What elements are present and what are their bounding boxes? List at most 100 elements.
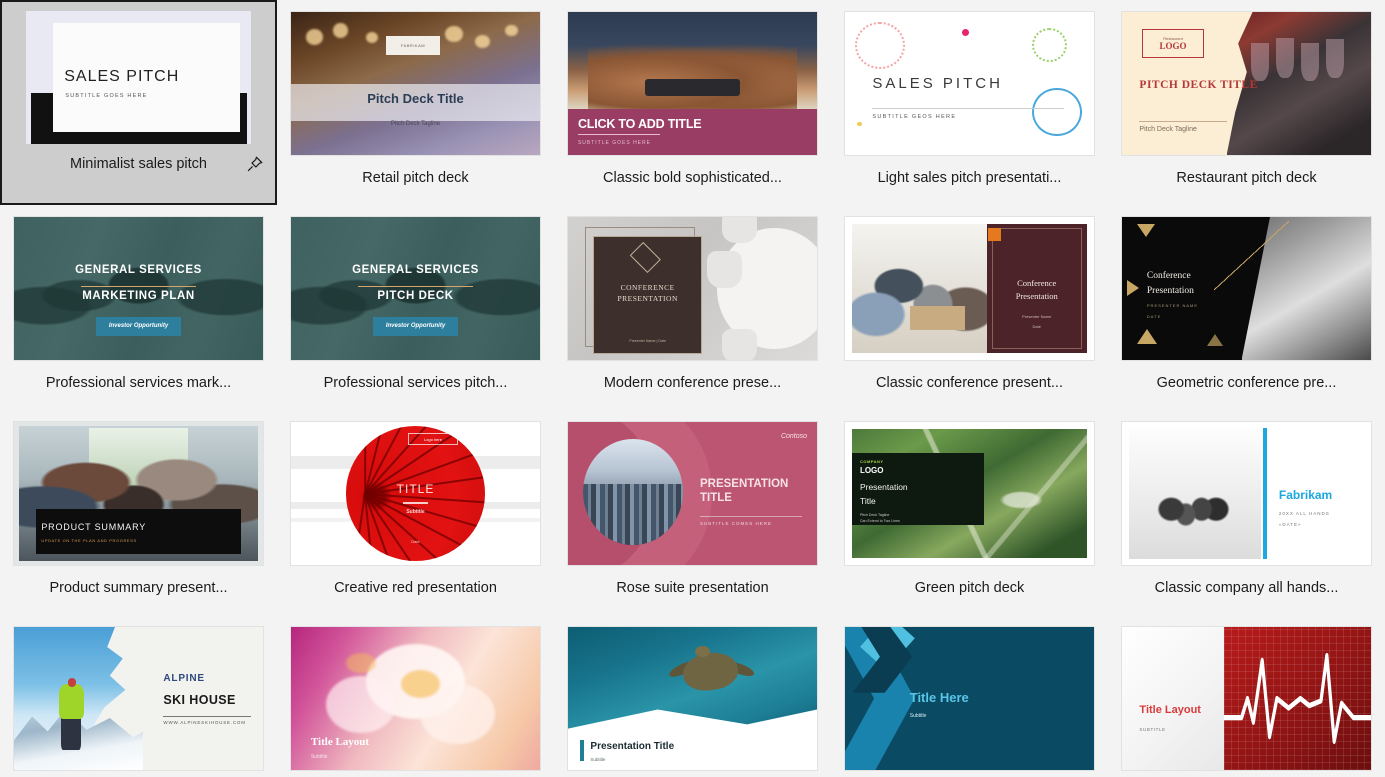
template-card-turtle-presentation[interactable]: Presentation Title Subtitle Turtle prese…: [554, 615, 831, 777]
template-label-row: Light sales pitch presentati...: [844, 167, 1095, 189]
template-thumbnail[interactable]: COMPANY LOGO Presentation Title Pitch De…: [844, 421, 1095, 566]
template-card-alpine-ski-house[interactable]: ALPINE SKI HOUSE WWW.ALPINESKIHOUSE.COM …: [0, 615, 277, 777]
template-card-classic-bold-sophisticated[interactable]: CLICK TO ADD TITLE SUBTITLE GOES HERE Cl…: [554, 0, 831, 205]
thumb-meta1: PRESENTER NAME: [1146, 302, 1199, 308]
thumbnail-art-light-sales: SALES PITCH SUBTITLE GEOS HERE: [845, 12, 1094, 155]
template-card-retail-pitch-deck[interactable]: FABRIKAM Pitch Deck Title Pitch Deck Tag…: [277, 0, 554, 205]
thumb-line1: GENERAL SERVICES: [75, 264, 202, 277]
template-label-row: Classic company all hands...: [1121, 577, 1372, 599]
thumbnail-art-professional-marketing: GENERAL SERVICES MARKETING PLAN Investor…: [14, 217, 263, 360]
template-thumbnail[interactable]: Logo here TITLE Subtitle Date: [290, 421, 541, 566]
template-label-row: Rose suite presentation: [567, 577, 818, 599]
thumb-line2: PITCH DECK: [377, 289, 454, 302]
thumbnail-art-turtle: Presentation Title Subtitle: [568, 627, 817, 770]
thumbnail-art-rose-suite: Contoso PRESENTATION TITLE SUBTITLE COME…: [568, 422, 817, 565]
thumb-sub1: 20XX ALL HANDS: [1278, 510, 1330, 516]
thumb-title: TITLE: [396, 482, 435, 497]
template-card-blue-title-here[interactable]: Title Here Subtitle Blue title here: [831, 615, 1108, 777]
thumbnail-art-geometric-conference: Conference Presentation PRESENTER NAME D…: [1122, 217, 1371, 360]
template-card-rose-suite[interactable]: Contoso PRESENTATION TITLE SUBTITLE COME…: [554, 410, 831, 615]
template-thumbnail[interactable]: Title Layout SUBTITLE: [1121, 626, 1372, 771]
thumb-tagline2: Can Extend to Two Lines: [859, 518, 900, 523]
template-label: Rose suite presentation: [616, 580, 769, 596]
template-label-row: Green pitch deck: [844, 577, 1095, 599]
thumb-subtitle: SUBTITLE GEOS HERE: [872, 113, 957, 120]
template-label-row: Modern conference prese...: [567, 372, 818, 394]
pin-icon[interactable]: [245, 154, 265, 174]
template-label-row: Professional services mark...: [13, 372, 264, 394]
template-card-blossom-title-layout[interactable]: Title Layout Subtitle Blossom title layo…: [277, 615, 554, 777]
thumbnail-art-restaurant: Restaurant LOGO PITCH DECK TITLE Pitch D…: [1122, 12, 1371, 155]
thumb-subtitle: SUBTITLE GOES HERE: [65, 93, 148, 100]
thumb-tagline1: Pitch Deck Tagline: [859, 512, 890, 517]
thumb-line1: Conference: [1017, 278, 1057, 289]
thumb-title: Fabrikam: [1278, 487, 1333, 502]
template-thumbnail[interactable]: Presentation Title Subtitle: [567, 626, 818, 771]
template-thumbnail[interactable]: GENERAL SERVICES PITCH DECK Investor Opp…: [290, 216, 541, 361]
template-card-green-pitch-deck[interactable]: COMPANY LOGO Presentation Title Pitch De…: [831, 410, 1108, 615]
template-thumbnail[interactable]: Fabrikam 20XX ALL HANDS «DATE»: [1121, 421, 1372, 566]
thumb-line2: PRESENTATION: [617, 294, 678, 304]
template-thumbnail[interactable]: Restaurant LOGO PITCH DECK TITLE Pitch D…: [1121, 11, 1372, 156]
template-label: Minimalist sales pitch: [70, 156, 207, 172]
thumbnail-art-classic-bold: CLICK TO ADD TITLE SUBTITLE GOES HERE: [568, 12, 817, 155]
template-gallery[interactable]: SALES PITCH SUBTITLE GOES HERE Minimalis…: [0, 0, 1385, 777]
template-label-row: Classic bold sophisticated...: [567, 167, 818, 189]
template-thumbnail[interactable]: Conference Presentation PRESENTER NAME D…: [1121, 216, 1372, 361]
template-card-modern-conference[interactable]: CONFERENCE PRESENTATION Presenter Name |…: [554, 205, 831, 410]
template-label: Modern conference prese...: [603, 375, 782, 391]
thumb-logo: Logo here: [408, 433, 458, 445]
template-card-classic-conference[interactable]: Conference Presentation Presenter Name D…: [831, 205, 1108, 410]
template-label-row: Product summary present...: [13, 577, 264, 599]
thumb-subtitle: UPDATE ON THE PLAN AND PROGRESS: [41, 537, 137, 543]
thumb-subtitle: SUBTITLE: [1139, 727, 1166, 733]
template-card-minimalist-sales-pitch[interactable]: SALES PITCH SUBTITLE GOES HERE Minimalis…: [0, 0, 277, 205]
thumb-meta1: Presenter Name: [1022, 314, 1052, 320]
thumb-title: Presentation Title: [590, 741, 675, 753]
template-thumbnail[interactable]: Title Layout Subtitle: [290, 626, 541, 771]
thumb-line1: GENERAL SERVICES: [352, 264, 479, 277]
template-label: Classic company all hands...: [1154, 580, 1339, 596]
template-card-creative-red[interactable]: Logo here TITLE Subtitle Date Creative r…: [277, 410, 554, 615]
thumb-line1: Conference: [1146, 271, 1191, 282]
template-thumbnail[interactable]: SALES PITCH SUBTITLE GEOS HERE: [844, 11, 1095, 156]
thumb-line1: CONFERENCE: [620, 282, 675, 292]
template-card-product-summary[interactable]: PRODUCT SUMMARY UPDATE ON THE PLAN AND P…: [0, 410, 277, 615]
thumb-subtitle: SUBTITLE COMES HERE: [699, 520, 772, 526]
template-label: Restaurant pitch deck: [1176, 170, 1317, 186]
template-thumbnail[interactable]: Title Here Subtitle: [844, 626, 1095, 771]
thumb-url: WWW.ALPINESKIHOUSE.COM: [163, 719, 246, 725]
template-card-professional-services-pitch[interactable]: GENERAL SERVICES PITCH DECK Investor Opp…: [277, 205, 554, 410]
template-label-row: Creative red presentation: [290, 577, 541, 599]
template-thumbnail[interactable]: FABRIKAM Pitch Deck Title Pitch Deck Tag…: [290, 11, 541, 156]
thumb-logo: Restaurant LOGO: [1141, 29, 1205, 58]
template-label: Light sales pitch presentati...: [877, 170, 1062, 186]
template-card-professional-services-marketing[interactable]: GENERAL SERVICES MARKETING PLAN Investor…: [0, 205, 277, 410]
template-thumbnail[interactable]: GENERAL SERVICES MARKETING PLAN Investor…: [13, 216, 264, 361]
template-card-classic-company-all-hands[interactable]: Fabrikam 20XX ALL HANDS «DATE» Classic c…: [1108, 410, 1385, 615]
template-thumbnail[interactable]: CLICK TO ADD TITLE SUBTITLE GOES HERE: [567, 11, 818, 156]
template-thumbnail[interactable]: PRODUCT SUMMARY UPDATE ON THE PLAN AND P…: [13, 421, 264, 566]
template-card-geometric-conference[interactable]: Conference Presentation PRESENTER NAME D…: [1108, 205, 1385, 410]
thumbnail-art-creative-red: Logo here TITLE Subtitle Date: [291, 422, 540, 565]
template-thumbnail[interactable]: Contoso PRESENTATION TITLE SUBTITLE COME…: [567, 421, 818, 566]
thumbnail-art-fabrikam: Fabrikam 20XX ALL HANDS «DATE»: [1122, 422, 1371, 565]
template-label: Classic conference present...: [876, 375, 1063, 391]
template-label: Product summary present...: [49, 580, 228, 596]
template-thumbnail[interactable]: ALPINE SKI HOUSE WWW.ALPINESKIHOUSE.COM: [13, 626, 264, 771]
thumb-subtitle: SUBTITLE GOES HERE: [577, 140, 651, 147]
thumb-button: Investor Opportunity: [373, 317, 458, 336]
template-thumbnail[interactable]: CONFERENCE PRESENTATION Presenter Name |…: [567, 216, 818, 361]
thumb-meta2: Date: [1032, 324, 1041, 330]
thumbnail-art-professional-pitch: GENERAL SERVICES PITCH DECK Investor Opp…: [291, 217, 540, 360]
template-card-restaurant-pitch-deck[interactable]: Restaurant LOGO PITCH DECK TITLE Pitch D…: [1108, 0, 1385, 205]
template-label-row: Restaurant pitch deck: [1121, 167, 1372, 189]
template-card-light-sales-pitch[interactable]: SALES PITCH SUBTITLE GEOS HERE Light sal…: [831, 0, 1108, 205]
thumb-title: Title Layout: [310, 735, 370, 748]
template-thumbnail[interactable]: SALES PITCH SUBTITLE GOES HERE: [26, 11, 251, 144]
template-thumbnail[interactable]: Conference Presentation Presenter Name D…: [844, 216, 1095, 361]
template-label: Professional services mark...: [45, 375, 232, 391]
thumb-logo: LOGO: [859, 466, 884, 476]
template-card-medical-title-layout[interactable]: Title Layout SUBTITLE Medical title layo…: [1108, 615, 1385, 777]
thumb-title: PITCH DECK TITLE: [1139, 79, 1258, 92]
